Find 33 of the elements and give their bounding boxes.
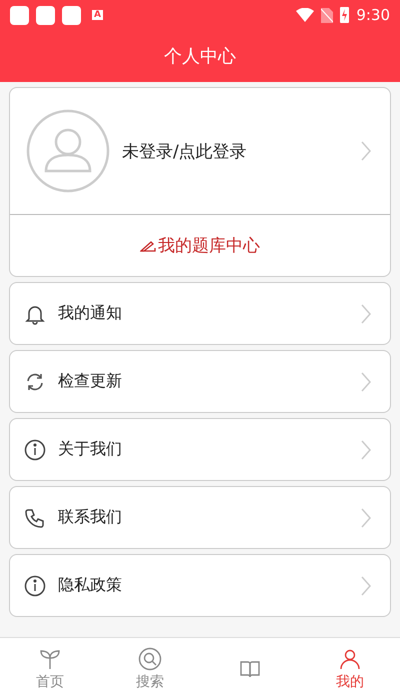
avatar-icon <box>26 109 110 193</box>
info-icon <box>24 574 46 596</box>
question-bank-link[interactable]: 我的题库中心 <box>158 234 260 257</box>
phone-icon <box>24 506 46 528</box>
app-notification-icon <box>10 6 29 24</box>
chevron-icon <box>360 574 372 596</box>
clock-time: 9:30 <box>356 6 390 24</box>
app-notification-icon <box>62 6 81 24</box>
chevron-icon <box>360 438 372 460</box>
info-icon <box>24 438 46 460</box>
tab-item[interactable]: 搜索 <box>100 638 200 700</box>
no-sim-icon <box>321 8 334 22</box>
menu-item[interactable]: 联系我们 <box>9 486 391 549</box>
menu-item[interactable]: 关于我们 <box>9 418 391 481</box>
notification-glyph: A <box>92 10 103 20</box>
pen-icon <box>140 240 156 252</box>
login-row[interactable]: 未登录/点此登录 <box>10 88 390 215</box>
battery-charging-icon <box>340 7 350 23</box>
chevron-icon <box>360 302 372 324</box>
tab-item[interactable]: 我的 <box>300 638 400 700</box>
menu-item[interactable]: 检查更新 <box>9 350 391 413</box>
person-icon <box>338 647 362 671</box>
page-title: 个人中心 <box>164 45 236 68</box>
app-notification-icon <box>36 6 55 24</box>
wifi-icon <box>296 8 314 22</box>
login-prompt: 未登录/点此登录 <box>122 140 248 162</box>
tab-item[interactable]: 首页 <box>0 638 100 700</box>
chevron-icon <box>360 506 372 528</box>
menu-item[interactable]: 隐私政策 <box>9 554 391 617</box>
search-icon <box>138 647 162 671</box>
chevron-icon <box>360 370 372 392</box>
chevron-icon <box>360 140 372 162</box>
menu-item[interactable]: 我的通知 <box>9 282 391 345</box>
